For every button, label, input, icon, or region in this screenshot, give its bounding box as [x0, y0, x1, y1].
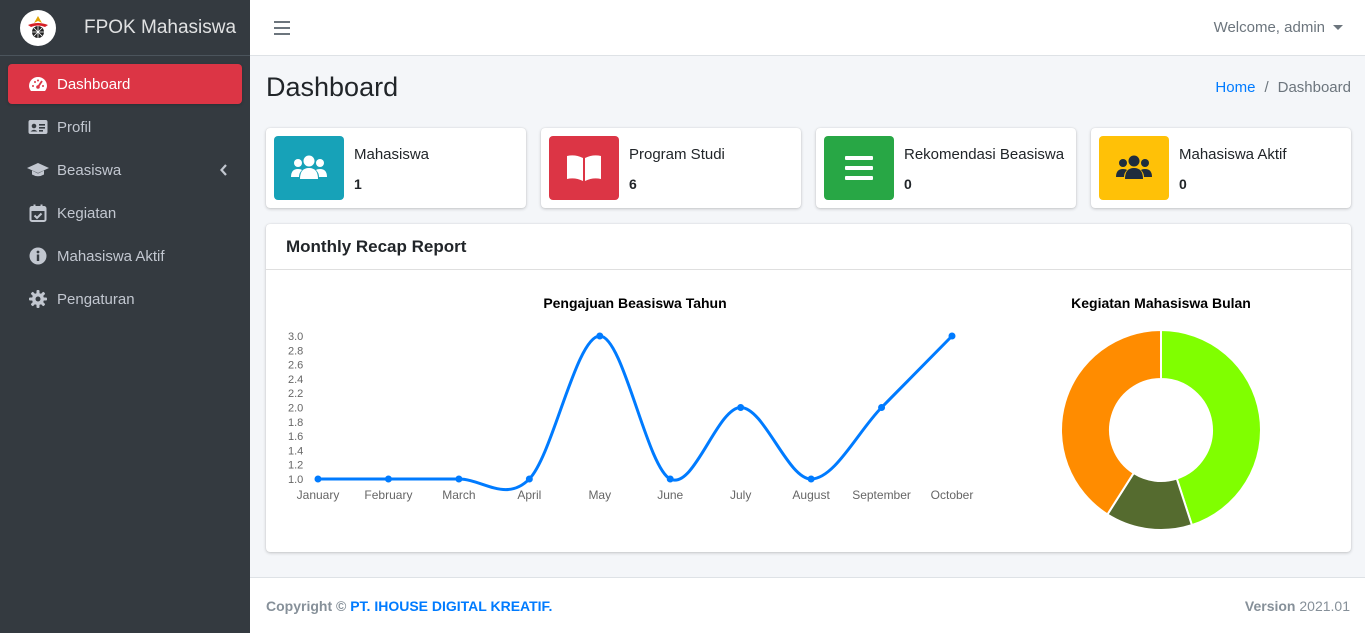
chart-title: Kegiatan Mahasiswa Bulan — [1071, 295, 1251, 311]
y-tick-label: 1.2 — [288, 460, 303, 472]
id-card-icon — [27, 117, 49, 137]
card-header: Monthly Recap Report — [266, 224, 1351, 270]
tachometer-icon — [27, 74, 49, 94]
sidebar-item-label: Kegiatan — [57, 204, 117, 222]
x-tick-label: January — [297, 488, 340, 502]
sidebar-item-dashboard[interactable]: Dashboard — [8, 64, 242, 104]
graduation-cap-icon — [27, 160, 49, 180]
x-tick-label: April — [517, 488, 541, 502]
info-box-label: Rekomendasi Beasiswa — [904, 145, 1065, 163]
x-tick-label: August — [792, 488, 830, 502]
info-box-number: 1 — [354, 175, 362, 192]
copyright-prefix: Copyright © — [266, 597, 347, 614]
info-box-program-studi[interactable]: Program Studi 6 — [541, 128, 801, 208]
info-box-mahasiswa[interactable]: Mahasiswa 1 — [266, 128, 526, 208]
user-dropdown[interactable]: Welcome, admin — [1214, 19, 1343, 36]
company-link[interactable]: PT. IHOUSE DIGITAL KREATIF. — [350, 598, 552, 614]
list-icon — [824, 136, 894, 200]
footer: Copyright © PT. IHOUSE DIGITAL KREATIF. … — [250, 577, 1365, 633]
version-number: 2021.01 — [1299, 597, 1350, 614]
info-box-number: 6 — [629, 175, 637, 192]
page-title: Dashboard — [266, 72, 399, 102]
y-tick-label: 2.0 — [288, 403, 303, 415]
gear-icon — [27, 289, 49, 309]
monthly-recap-card: Monthly Recap Report Pengajuan Beasiswa … — [266, 224, 1351, 552]
data-point — [455, 475, 463, 483]
users-icon — [274, 136, 344, 200]
brand-name: FPOK Mahasiswa — [84, 16, 237, 38]
breadcrumb-home-link[interactable]: Home — [1215, 79, 1255, 96]
university-logo-icon — [20, 9, 56, 46]
sidebar-item-pengaturan[interactable]: Pengaturan — [8, 279, 242, 319]
info-box-label: Mahasiswa Aktif — [1179, 145, 1287, 163]
data-point — [666, 475, 674, 483]
calendar-check-icon — [27, 203, 49, 223]
x-tick-label: February — [364, 488, 412, 502]
info-circle-icon — [27, 246, 49, 266]
info-box-label: Program Studi — [629, 145, 725, 163]
users-icon — [1099, 136, 1169, 200]
x-tick-label: July — [730, 488, 751, 502]
data-point — [737, 404, 745, 411]
y-tick-label: 2.4 — [288, 374, 303, 386]
sidebar-item-label: Profil — [57, 118, 92, 136]
data-point — [807, 475, 815, 483]
data-point — [384, 475, 392, 483]
data-point — [948, 332, 956, 340]
x-tick-label: June — [657, 488, 683, 502]
sidebar-nav: Dashboard Profil Beasiswa Kegiatan Mahas… — [0, 56, 250, 319]
footer-copyright: Copyright © PT. IHOUSE DIGITAL KREATIF. — [266, 598, 552, 614]
caret-down-icon — [1333, 25, 1343, 30]
info-box-label: Mahasiswa — [354, 145, 430, 163]
y-tick-label: 1.0 — [288, 474, 303, 486]
breadcrumb: Home / Dashboard — [1215, 79, 1351, 96]
sidebar-item-label: Pengaturan — [57, 290, 135, 308]
sidebar-item-label: Mahasiswa Aktif — [57, 247, 165, 265]
sidebar-item-label: Dashboard — [57, 75, 131, 93]
menu-toggle-icon[interactable] — [274, 20, 290, 35]
sidebar-item-kegiatan[interactable]: Kegiatan — [8, 193, 242, 233]
series-line — [318, 334, 954, 492]
x-tick-label: September — [852, 488, 911, 502]
breadcrumb-current: Dashboard — [1277, 79, 1351, 96]
sidebar: FPOK Mahasiswa Dashboard Profil Beasiswa — [0, 0, 250, 633]
info-box-mahasiswa-aktif[interactable]: Mahasiswa Aktif 0 — [1091, 128, 1351, 208]
card-title: Monthly Recap Report — [286, 236, 467, 256]
y-tick-label: 2.2 — [288, 388, 303, 400]
y-tick-label: 1.8 — [288, 417, 303, 429]
chevron-left-icon[interactable] — [220, 163, 228, 180]
top-navbar: Welcome, admin — [250, 0, 1365, 56]
book-open-icon — [549, 136, 619, 200]
data-point — [525, 475, 533, 483]
breadcrumb-separator: / — [1264, 79, 1269, 96]
donut-chart: Kegiatan Mahasiswa Bulan — [1060, 295, 1262, 531]
y-tick-label: 3.0 — [288, 331, 303, 343]
data-point — [878, 404, 886, 411]
sidebar-item-mahasiswa-aktif[interactable]: Mahasiswa Aktif — [8, 236, 242, 276]
info-box-number: 0 — [904, 175, 912, 192]
y-tick-label: 2.6 — [288, 360, 303, 372]
sidebar-item-profil[interactable]: Profil — [8, 107, 242, 147]
info-box-rekomendasi-beasiswa[interactable]: Rekomendasi Beasiswa 0 — [816, 128, 1076, 208]
x-tick-label: March — [442, 488, 475, 502]
line-chart: Pengajuan Beasiswa Tahun 1.0 1.2 1.4 1.6 1.8 2… — [288, 295, 974, 502]
footer-version: Version 2021.01 — [1245, 598, 1350, 614]
y-tick-label: 1.6 — [288, 431, 303, 443]
data-point — [596, 332, 604, 340]
sidebar-item-beasiswa[interactable]: Beasiswa — [8, 150, 242, 190]
info-box-number: 0 — [1179, 175, 1187, 192]
welcome-text: Welcome, admin — [1213, 19, 1325, 36]
y-tick-label: 1.4 — [288, 445, 303, 457]
content-header: Dashboard Home / Dashboard — [266, 72, 1351, 103]
data-point — [314, 475, 322, 483]
y-tick-label: 2.8 — [288, 345, 303, 357]
brand-link[interactable]: FPOK Mahasiswa — [0, 0, 250, 56]
sidebar-item-label: Beasiswa — [57, 161, 122, 179]
version-label: Version — [1244, 597, 1296, 614]
x-tick-label: May — [588, 488, 611, 502]
chart-title: Pengajuan Beasiswa Tahun — [543, 295, 726, 311]
x-tick-label: October — [931, 488, 974, 502]
info-box-row: Mahasiswa 1 Program Studi 6 Rekomendasi … — [266, 128, 1351, 208]
